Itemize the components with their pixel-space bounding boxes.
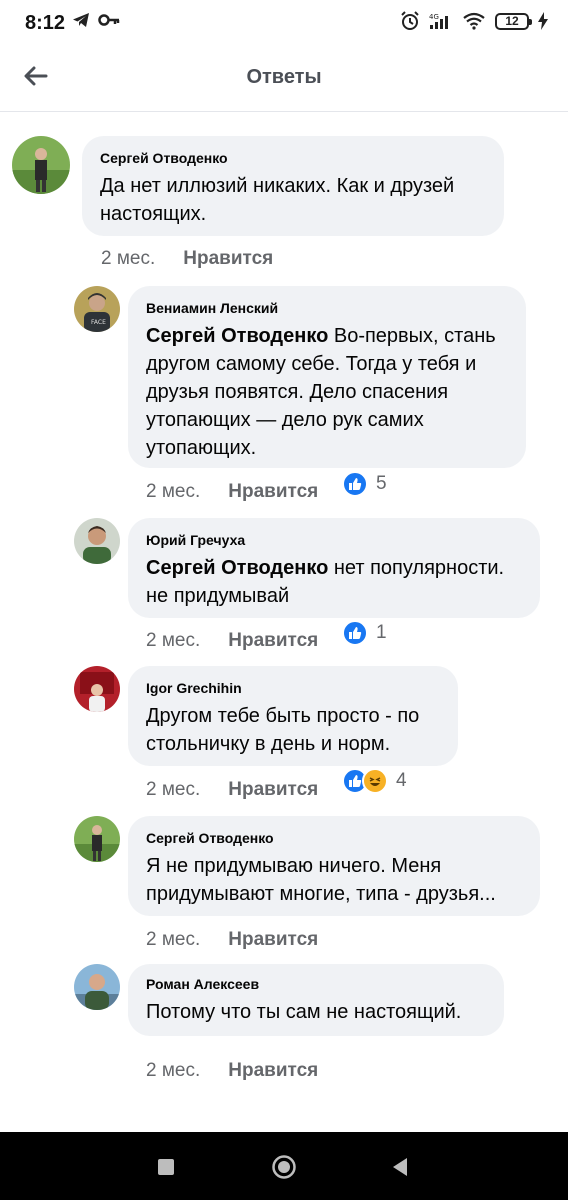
like-button[interactable]: Нравится	[228, 630, 318, 652]
avatar[interactable]	[74, 666, 120, 712]
comment: Сергей Отводенко Да нет иллюзий никаких.…	[0, 112, 568, 282]
square-icon	[158, 1159, 174, 1175]
svg-text:4G: 4G	[429, 13, 439, 21]
reaction-count: 4	[396, 770, 407, 791]
comment-meta: 2 мес. Нравится	[146, 1060, 318, 1082]
home-button[interactable]	[267, 1150, 301, 1184]
comment-author[interactable]: Роман Алексеев	[146, 976, 486, 992]
alarm-icon	[401, 11, 419, 30]
comment-author[interactable]: Сергей Отводенко	[100, 150, 486, 166]
comment-meta: 2 мес. Нравится	[146, 779, 318, 801]
like-button[interactable]: Нравится	[228, 1060, 318, 1082]
comment-author[interactable]: Вениамин Ленский	[146, 300, 508, 316]
page-title: Ответы	[246, 66, 322, 88]
like-reaction-icon	[342, 471, 368, 497]
avatar[interactable]	[74, 518, 120, 564]
telegram-icon	[73, 13, 89, 27]
mention[interactable]: Сергей Отводенко	[146, 557, 328, 579]
comment-text: Сергей Отводенко Во-первых, стань другом…	[146, 325, 496, 459]
reactions[interactable]: 4	[342, 768, 407, 794]
comment-meta: 2 мес. Нравится	[146, 481, 318, 503]
avatar[interactable]	[74, 816, 120, 862]
wifi-icon	[463, 12, 485, 30]
circle-icon	[272, 1155, 296, 1179]
like-button[interactable]: Нравится	[183, 248, 273, 270]
system-nav-bar	[0, 1132, 568, 1200]
avatar[interactable]	[74, 964, 120, 1010]
battery-icon: 12	[495, 12, 532, 30]
comment-bubble[interactable]: Сергей Отводенко Да нет иллюзий никаких.…	[82, 136, 504, 236]
comment-meta: 2 мес. Нравится	[146, 630, 318, 652]
key-icon	[98, 14, 120, 26]
avatar[interactable]	[12, 136, 70, 194]
comment-bubble[interactable]: Роман Алексеев Потому что ты сам не наст…	[128, 964, 504, 1036]
like-reaction-icon	[342, 620, 368, 646]
comment-text: Сергей Отводенко нет популярности. не пр…	[146, 557, 505, 607]
haha-reaction-icon	[362, 768, 388, 794]
comment-author[interactable]: Сергей Отводенко	[146, 830, 522, 846]
comment-age: 2 мес.	[146, 630, 201, 651]
comment: FACE Вениамин Ленский Сергей Отводенко В…	[0, 284, 568, 514]
comment: Роман Алексеев Потому что ты сам не наст…	[0, 964, 568, 1104]
recents-button[interactable]	[149, 1150, 183, 1184]
comment-bubble[interactable]: Сергей Отводенко Я не придумываю ничего.…	[128, 816, 540, 916]
like-button[interactable]: Нравится	[228, 929, 318, 951]
comment-age: 2 мес.	[146, 1060, 201, 1081]
comment-text: Потому что ты сам не настоящий.	[146, 1001, 462, 1023]
status-right-icons: 4G 12	[400, 11, 548, 31]
reactions[interactable]: 5	[342, 471, 387, 497]
triangle-back-icon	[393, 1158, 407, 1176]
comment-age: 2 мес.	[146, 929, 201, 950]
reaction-count: 5	[376, 473, 387, 494]
svg-text:FACE: FACE	[91, 319, 106, 326]
comment-age: 2 мес.	[146, 779, 201, 800]
comment: Igor Grechihin Другом тебе быть просто -…	[0, 666, 568, 814]
comment-meta: 2 мес. Нравится	[101, 248, 273, 270]
reaction-count: 1	[376, 622, 387, 643]
comment-age: 2 мес.	[101, 248, 156, 269]
comment-text: Другом тебе быть просто - по стольничку …	[146, 705, 420, 755]
comment-text: Да нет иллюзий никаких. Как и друзей нас…	[100, 175, 455, 225]
like-button[interactable]: Нравится	[228, 481, 318, 503]
reactions[interactable]: 1	[342, 620, 387, 646]
avatar[interactable]: FACE	[74, 286, 120, 332]
comment-age: 2 мес.	[146, 481, 201, 502]
status-bar: 8:12 4G 12	[0, 0, 568, 46]
comment-meta: 2 мес. Нравится	[146, 929, 318, 951]
comment-author[interactable]: Юрий Гречуха	[146, 532, 522, 548]
mention[interactable]: Сергей Отводенко	[146, 325, 328, 347]
back-nav-button[interactable]	[383, 1150, 417, 1184]
like-button[interactable]: Нравится	[228, 779, 318, 801]
comment-text: Я не придумываю ничего. Меня придумывают…	[146, 855, 496, 905]
status-left-icons	[72, 12, 120, 28]
charging-icon	[538, 12, 548, 30]
comment: Сергей Отводенко Я не придумываю ничего.…	[0, 816, 568, 964]
signal-icon: 4G	[429, 13, 448, 29]
comment-bubble[interactable]: Igor Grechihin Другом тебе быть просто -…	[128, 666, 458, 766]
app-header: Ответы	[0, 46, 568, 112]
status-time: 8:12	[25, 12, 66, 34]
comment-author[interactable]: Igor Grechihin	[146, 680, 440, 696]
comment-bubble[interactable]: Юрий Гречуха Сергей Отводенко нет популя…	[128, 518, 540, 618]
comment: Юрий Гречуха Сергей Отводенко нет популя…	[0, 516, 568, 664]
comment-bubble[interactable]: Вениамин Ленский Сергей Отводенко Во-пер…	[128, 286, 526, 468]
